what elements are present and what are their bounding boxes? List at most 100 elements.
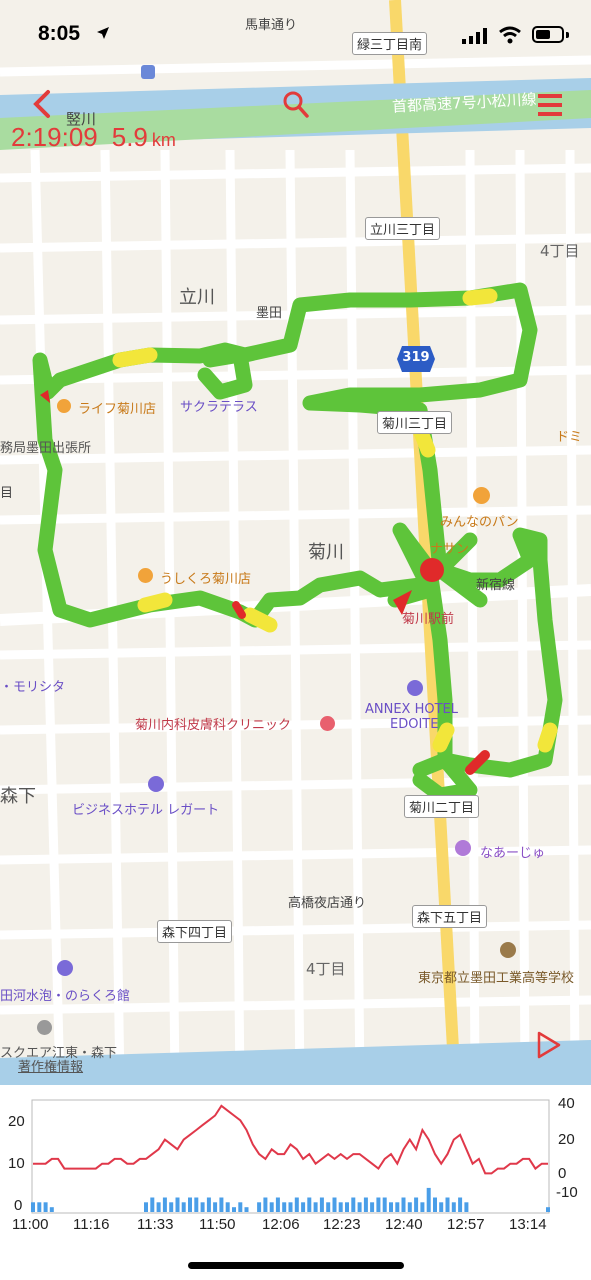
elevation-bar [301,1202,306,1212]
place-label: 4丁目 [540,242,580,260]
distance-unit: km [151,130,176,150]
elevation-bar [257,1202,262,1212]
elevation-bar [288,1202,293,1212]
elevation-bar [232,1207,236,1212]
elevation-bar [363,1197,368,1212]
menu-icon [538,94,562,116]
elevation-bar [150,1197,155,1212]
poi-label[interactable]: ビジネスホテル レガート [72,799,219,818]
elevation-bar [294,1197,299,1212]
school-icon [500,942,516,958]
elevation-bar [338,1202,343,1212]
elevation-bar [43,1202,48,1212]
elevation-bar [451,1202,456,1212]
elevation-bar [414,1197,419,1212]
place-label: 菊川 [308,542,344,563]
track-stats: 2:19:09 5.9 km [11,122,176,153]
poi-label[interactable]: ナサン [430,538,469,557]
road-label: 高橋夜店通り [288,896,367,911]
elevation-bar [426,1187,431,1212]
status-bar: 8:05 [0,0,591,70]
poi-label[interactable]: ・モリシタ [0,676,65,695]
clock: 8:05 [38,22,81,45]
play-button[interactable] [536,1030,562,1060]
elevation-bar [345,1202,349,1212]
speed-elevation-chart: 20 10 0 40 20 0 -10 11:00 11:16 11:33 11… [0,1085,591,1245]
block-label: 菊川三丁目 [377,411,453,434]
poi-label[interactable]: うしくろ菊川店 [160,568,251,587]
block-label: 立川三丁目 [365,217,441,240]
hotel-icon [148,776,164,792]
menu-button[interactable] [536,92,564,118]
museum-icon [57,960,73,976]
elevation-bar [313,1202,318,1212]
elevation-bar [238,1202,243,1212]
plot-frame [31,1099,550,1214]
left-axis-tick: 20 [8,1113,25,1130]
elevation-bar [326,1202,331,1212]
poi-label[interactable]: EDOITE [390,717,438,732]
elevation-bar [407,1202,412,1212]
elevation-bar [156,1202,161,1212]
elevation-bar [546,1207,550,1212]
elevation-bar [37,1202,42,1212]
x-axis-tick: 11:33 [137,1216,174,1233]
location-arrow-icon [97,27,109,39]
legal-link[interactable]: 著作権情報 [18,1056,83,1075]
play-icon [537,1031,561,1059]
elevation-bar [439,1202,444,1212]
elevation-bar [445,1197,450,1212]
right-axis-tick: 20 [558,1131,575,1148]
elevation-bar [351,1197,356,1212]
map-canvas[interactable] [0,0,591,1085]
search-icon [283,91,309,118]
poi-label[interactable]: ドミ [556,426,582,445]
poi-label[interactable]: サクラテラス [180,396,258,415]
poi-label[interactable]: ライフ菊川店 [78,398,156,417]
poi-label[interactable]: 東京都立墨田工業高等学校 [418,967,574,986]
speed-line [33,1104,548,1175]
elevation-bar [420,1202,425,1212]
elevation-bar [269,1202,274,1212]
poi-label[interactable]: 田河水泡・のらくろ館 [0,985,130,1004]
elevation-bars [31,1187,550,1212]
search-button[interactable] [282,90,310,120]
shop-icon [57,399,71,413]
elevation-bar [357,1202,362,1212]
place-label: 新宿線 [476,578,516,593]
back-button[interactable] [30,88,54,120]
elevation-bar [188,1197,192,1212]
elevation-bar [275,1197,280,1212]
poi-label[interactable]: みんなのパン [440,511,519,530]
battery-icon [532,26,564,43]
x-axis-tick: 12:23 [323,1216,361,1233]
x-axis-tick: 12:06 [262,1216,300,1233]
elevation-bar [49,1207,54,1212]
cellular-signal-icon [462,28,487,44]
clinic-icon [320,716,335,731]
block-label: 森下五丁目 [412,905,488,928]
elevation-bar [319,1197,324,1212]
elevation-bar [395,1202,400,1212]
x-axis-tick: 12:40 [385,1216,423,1233]
elevation-bar [332,1197,337,1212]
poi-label[interactable]: 菊川内科皮膚科クリニック [135,714,291,733]
right-axis-tick: -10 [556,1184,578,1201]
map-view[interactable]: 319 馬車通り 首都高速7号小松川線 高橋夜店通り 緑三丁目南 立川三丁目 菊… [0,0,591,1085]
elevation-bar [244,1207,249,1212]
x-axis-tick: 11:16 [73,1216,110,1233]
elevation-bar [458,1197,463,1212]
poi-label[interactable]: 務局墨田出張所 [0,437,91,456]
elevation-bar [175,1197,180,1212]
poi-label[interactable]: なあーじゅ [480,842,545,861]
hotel-icon [407,680,423,696]
elevation-bar [370,1202,375,1212]
elevation-bar [225,1202,230,1212]
elevation-bar [389,1202,393,1212]
x-axis-tick: 11:00 [12,1216,49,1233]
battery-tip [566,32,569,38]
route-shield-number: 319 [402,350,430,365]
elevation-bar [433,1197,437,1212]
home-indicator[interactable] [188,1262,404,1269]
poi-label[interactable]: ANNEX HOTEL [365,702,458,717]
